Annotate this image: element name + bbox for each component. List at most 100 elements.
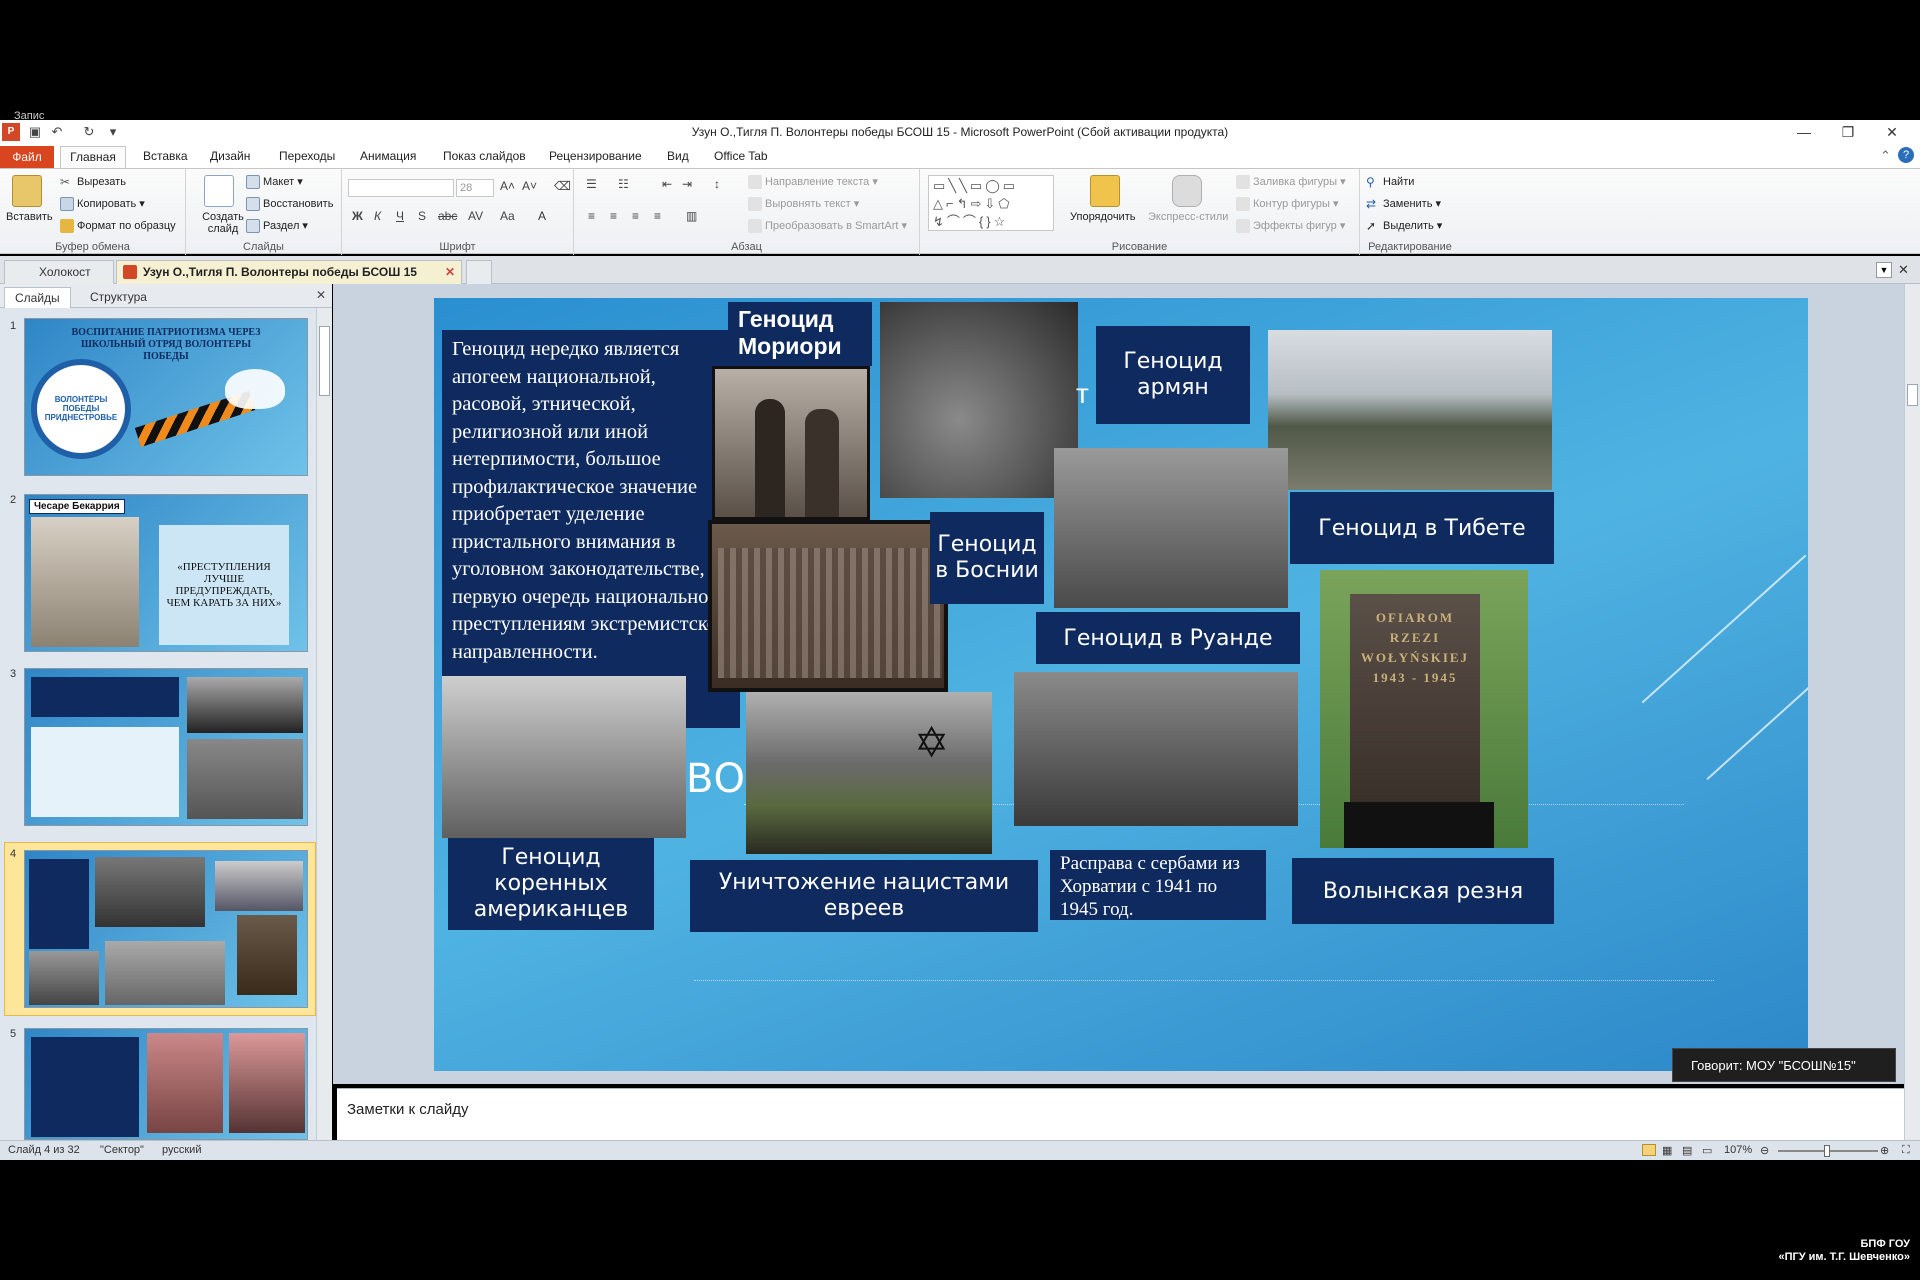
align-left-icon[interactable]: ≡ [588, 209, 595, 223]
slide-thumbnail-2[interactable]: Чесаре Бекаррия «ПРЕСТУПЛЕНИЯ ЛУЧШЕ ПРЕД… [24, 494, 308, 652]
volyn-label[interactable]: Волынская резня [1292, 858, 1554, 924]
tibet-trucks-photo[interactable] [1268, 330, 1552, 490]
tab-office-tab[interactable]: Office Tab [714, 149, 768, 163]
thumbnails-scrollbar[interactable] [316, 308, 332, 1140]
fit-slide-icon[interactable]: ⛶ [1902, 1144, 1910, 1157]
bullets-icon[interactable]: ☰ [586, 177, 597, 191]
slide-scrollbar-thumb[interactable] [1907, 384, 1918, 406]
case-icon[interactable]: Aa [500, 209, 515, 223]
doc-tab-holocaust[interactable]: Холокост [4, 260, 114, 284]
arrange-button[interactable]: Упорядочить [1070, 211, 1135, 223]
zoom-level[interactable]: 107% [1724, 1144, 1752, 1156]
collapse-ribbon-icon[interactable]: ⌃ [1880, 148, 1891, 164]
slide-sorter-icon[interactable]: ▦ [1662, 1144, 1672, 1157]
tab-slides[interactable]: Слайды [4, 287, 71, 308]
theme-name[interactable]: "Сектор" [100, 1144, 144, 1156]
zoom-slider-thumb[interactable] [1824, 1145, 1830, 1157]
tab-insert[interactable]: Вставка [143, 149, 188, 163]
moriori-title[interactable]: Геноцид Мориори [728, 302, 872, 366]
tab-outline[interactable]: Структура [80, 287, 157, 308]
native-americans-photo[interactable] [442, 676, 686, 838]
jews-label[interactable]: Уничтожение нацистами евреев [690, 860, 1038, 932]
shape-fill-button[interactable]: Заливка фигуры ▾ [1236, 175, 1346, 190]
tab-file[interactable]: Файл [0, 146, 54, 168]
grow-font-icon[interactable]: A˄ [500, 179, 515, 193]
moriori-photo[interactable] [712, 366, 870, 520]
tab-view[interactable]: Вид [667, 149, 689, 163]
format-painter-button[interactable]: Формат по образцу [60, 219, 176, 233]
tibet-label[interactable]: Геноцид в Тибете [1290, 492, 1554, 564]
reading-view-icon[interactable]: ▤ [1682, 1144, 1692, 1157]
close-pane-icon[interactable]: ✕ [316, 288, 326, 302]
new-slide-button[interactable]: Создать слайд [196, 211, 250, 235]
tab-home[interactable]: Главная [60, 146, 126, 168]
shape-outline-button[interactable]: Контур фигуры ▾ [1236, 197, 1339, 212]
numbering-icon[interactable]: ☷ [618, 177, 629, 191]
armenian-children-photo[interactable] [880, 302, 1078, 498]
align-center-icon[interactable]: ≡ [610, 209, 617, 223]
serbs-label[interactable]: Расправа с сербами из Хорватии с 1941 по… [1050, 850, 1266, 920]
close-window-button[interactable]: ✕ [1870, 120, 1914, 144]
help-icon[interactable]: ? [1898, 147, 1914, 163]
shape-effects-button[interactable]: Эффекты фигур ▾ [1236, 219, 1345, 234]
close-all-icon[interactable]: ✕ [1898, 262, 1909, 278]
align-text-button[interactable]: Выровнять текст ▾ [748, 197, 859, 212]
scrollbar-thumb[interactable] [319, 326, 330, 396]
decrease-indent-icon[interactable]: ⇤ [662, 177, 672, 191]
font-color-icon[interactable]: A [538, 209, 546, 223]
replace-button[interactable]: ⇄ Заменить ▾ [1366, 197, 1441, 211]
slide-thumbnail-5[interactable] [24, 1028, 308, 1140]
rwanda-photo[interactable] [1054, 448, 1288, 608]
rwanda-label[interactable]: Геноцид в Руанде [1036, 612, 1300, 664]
smartart-button[interactable]: Преобразовать в SmartArt ▾ [748, 219, 907, 234]
italic-icon[interactable]: К [374, 209, 381, 223]
slide-thumbnail-3[interactable] [24, 668, 308, 826]
slide-thumbnail-1[interactable]: ВОСПИТАНИЕ ПАТРИОТИЗМА ЧЕРЕЗ ШКОЛЬНЫЙ ОТ… [24, 318, 308, 476]
text-direction-button[interactable]: Направление текста ▾ [748, 175, 878, 190]
increase-indent-icon[interactable]: ⇥ [682, 177, 692, 191]
close-tab-icon[interactable]: ✕ [445, 261, 455, 283]
find-button[interactable]: ⚲ Найти [1366, 175, 1414, 189]
language[interactable]: русский [162, 1144, 201, 1156]
bosnia-label[interactable]: Геноцид в Боснии [930, 512, 1044, 604]
cut-button[interactable]: ✂ Вырезать [60, 175, 126, 189]
shapes-gallery[interactable]: ▭╲╲▭◯▭ △⌐↰⇨⇩⬠ ↯⌒⌒{}☆ [928, 175, 1054, 231]
layout-button[interactable]: Макет ▾ [246, 175, 303, 190]
tab-review[interactable]: Рецензирование [549, 149, 642, 163]
intro-text-box[interactable]: Геноцид нередко является апогеем национа… [442, 330, 740, 728]
armenians-label[interactable]: Геноцид армян [1096, 326, 1250, 424]
volyn-monument-photo[interactable]: OFIAROM RZEZI WOŁYŃSKIEJ 1943 - 1945 [1320, 570, 1528, 848]
bold-icon[interactable]: Ж [352, 209, 363, 223]
restore-button[interactable]: ❐ [1826, 120, 1870, 144]
font-size-combo[interactable]: 28 [456, 179, 494, 197]
tab-list-icon[interactable]: ▼ [1876, 262, 1892, 278]
slide-thumbnail-4[interactable] [24, 850, 308, 1008]
section-button[interactable]: Раздел ▾ [246, 219, 308, 234]
holocaust-memorial-photo[interactable]: ✡ [746, 692, 992, 854]
shrink-font-icon[interactable]: A˅ [522, 179, 537, 193]
normal-view-icon[interactable] [1642, 1144, 1656, 1156]
shadow-icon[interactable]: S [418, 209, 426, 223]
reset-button[interactable]: Восстановить [246, 197, 333, 211]
align-right-icon[interactable]: ≡ [632, 209, 639, 223]
slide-scrollbar[interactable] [1904, 284, 1920, 1140]
spacing-icon[interactable]: AV [468, 209, 483, 223]
paste-button[interactable]: Вставить [6, 211, 53, 223]
minimize-button[interactable]: — [1782, 120, 1826, 144]
slide-canvas[interactable]: Геноцид нередко является апогеем национа… [434, 298, 1808, 1071]
tab-design[interactable]: Дизайн [210, 149, 250, 163]
columns-icon[interactable]: ▥ [686, 209, 697, 223]
bosnia-photo[interactable] [708, 520, 948, 692]
copy-button[interactable]: Копировать ▾ [60, 197, 145, 212]
tab-slideshow[interactable]: Показ слайдов [443, 149, 526, 163]
select-button[interactable]: ➚ Выделить ▾ [1366, 219, 1442, 233]
slideshow-icon[interactable]: ▭ [1702, 1144, 1712, 1157]
line-spacing-icon[interactable]: ↕ [714, 177, 720, 191]
font-name-combo[interactable] [348, 179, 454, 197]
zoom-in-icon[interactable]: ⊕ [1880, 1144, 1889, 1157]
new-tab-button[interactable] [466, 260, 492, 284]
natives-label[interactable]: Геноцид коренных американцев [448, 838, 654, 930]
notes-pane[interactable]: Заметки к слайду [337, 1088, 1904, 1140]
justify-icon[interactable]: ≡ [654, 209, 661, 223]
doc-tab-volunteers[interactable]: Узун О.,Тигля П. Волонтеры победы БСОШ 1… [116, 260, 462, 284]
